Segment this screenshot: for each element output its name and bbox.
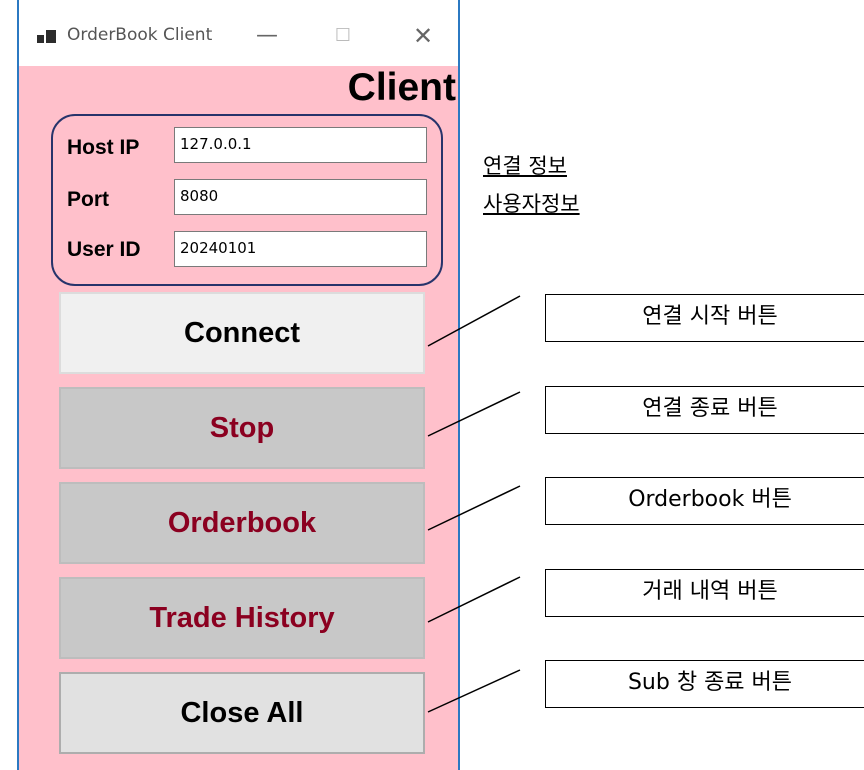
callout-lines — [427, 295, 521, 713]
callout-stop: 연결 종료 버튼 — [545, 386, 864, 434]
callout-orderbook: Orderbook 버튼 — [545, 477, 864, 525]
callout-line-close-all — [427, 669, 521, 713]
callout-line-connect — [427, 295, 521, 347]
callout-trade-history: 거래 내역 버튼 — [545, 569, 864, 617]
callout-connect: 연결 시작 버튼 — [545, 294, 864, 342]
callout-line-trade-history — [427, 576, 521, 623]
callout-line-stop — [427, 391, 521, 437]
callout-line-orderbook — [427, 485, 521, 531]
callout-close-all: Sub 창 종료 버튼 — [545, 660, 864, 708]
